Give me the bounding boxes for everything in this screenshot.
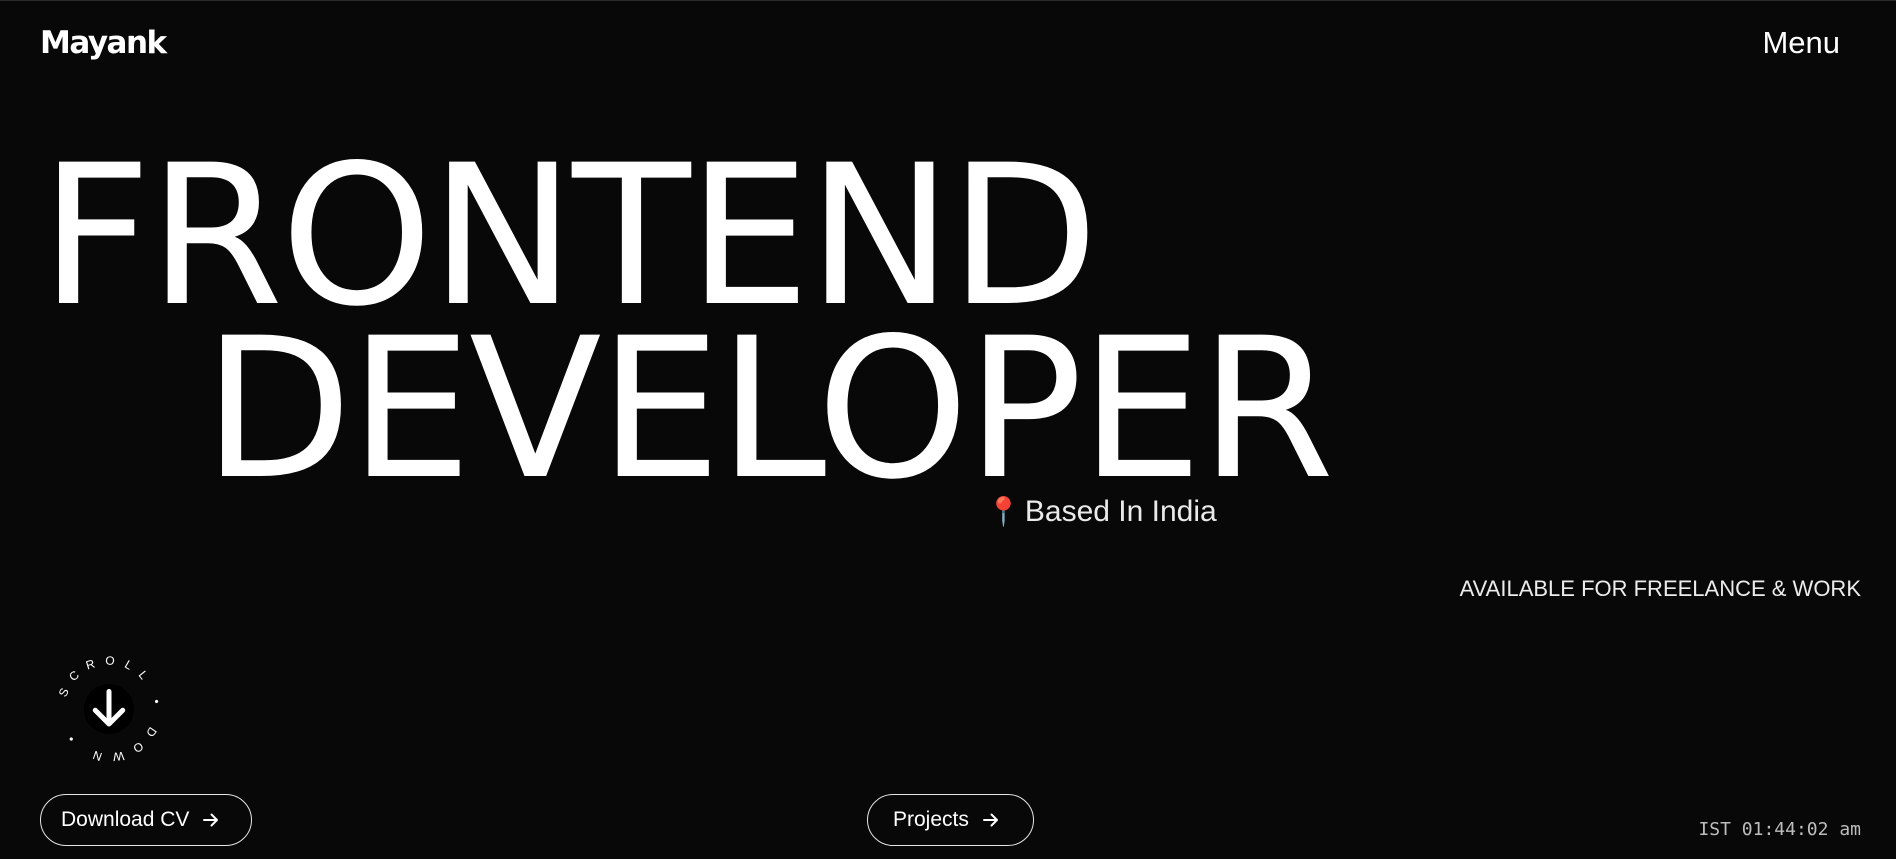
- location-text: Based In India: [1024, 495, 1217, 528]
- projects-label: Projects: [893, 808, 969, 831]
- projects-button[interactable]: Projects: [867, 794, 1034, 846]
- download-cv-label: Download CV: [61, 808, 190, 831]
- hero-page: Mayank Menu FRONTEND DEVELOPER 📍 Based In…: [0, 0, 1896, 859]
- local-time-clock: IST 01:44:02 am: [1698, 819, 1861, 840]
- arrow-down-button[interactable]: [84, 684, 134, 734]
- headline-line-2: DEVELOPER: [203, 296, 1334, 522]
- download-cv-button[interactable]: Download CV: [40, 794, 252, 846]
- site-logo[interactable]: Mayank: [40, 21, 167, 65]
- menu-button[interactable]: Menu: [1762, 21, 1840, 65]
- arrow-right-icon: [203, 813, 219, 827]
- arrow-right-icon: [982, 813, 998, 827]
- scroll-down-badge[interactable]: SCROLL • DOWN •: [51, 651, 167, 767]
- arrow-down-icon: [92, 689, 126, 727]
- pushpin-icon: 📍: [986, 496, 1021, 527]
- location-label: 📍 Based In India: [986, 493, 1217, 531]
- availability-text: AVAILABLE FOR FREELANCE & WORK: [1459, 576, 1861, 601]
